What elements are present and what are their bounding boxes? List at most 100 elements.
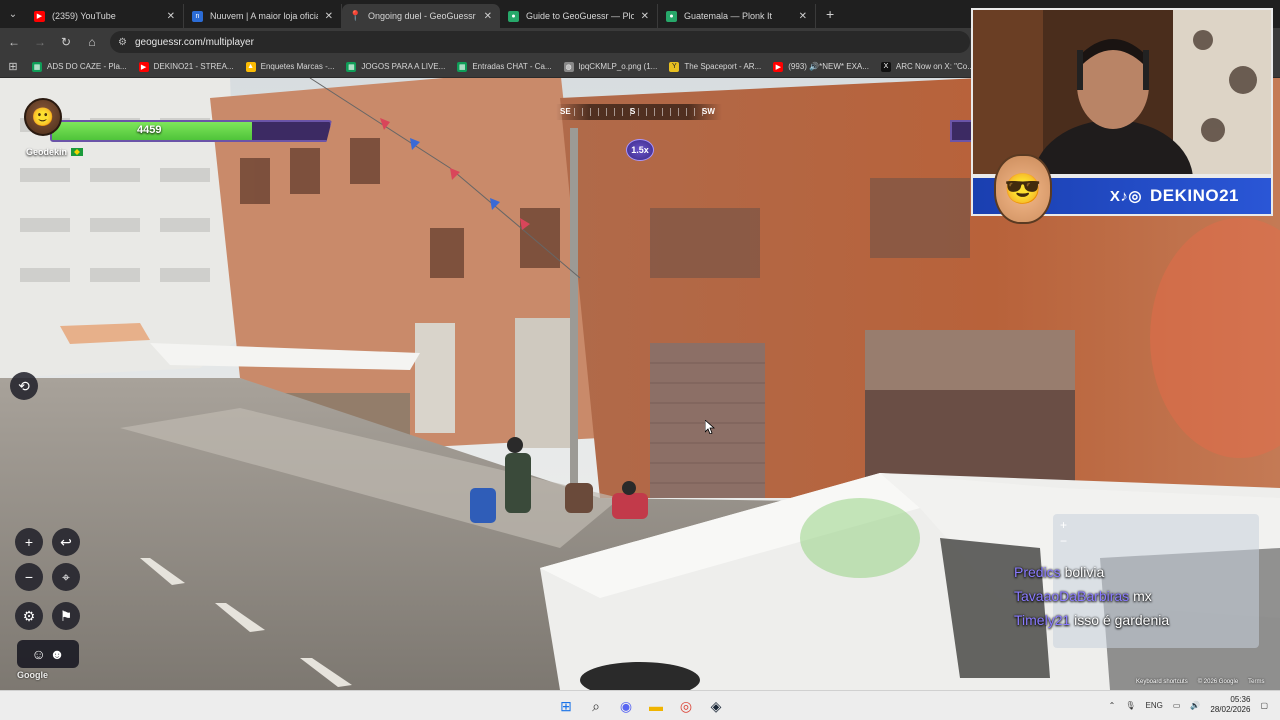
address-bar[interactable]: ⚙ geoguessr.com/multiplayer <box>110 31 970 53</box>
chrome-icon[interactable]: ◎ <box>674 694 698 718</box>
clock-date: 28/02/2026 <box>1210 705 1251 714</box>
tab-search-icon[interactable]: ⌄ <box>0 0 26 28</box>
tab-title: Guatemala — Plonk It <box>684 11 773 21</box>
chat-message: Timely21 isso é gardenia <box>1014 608 1264 632</box>
minimap-zoom-in-icon[interactable]: + <box>1060 518 1067 532</box>
bookmark-item[interactable]: ▲ Enquetes Marcas -... <box>240 56 341 78</box>
youtube-icon: ▶ <box>34 10 45 22</box>
emote-chat-button[interactable]: ☺ ☻ <box>17 640 79 668</box>
home-button[interactable]: ⌂ <box>80 30 104 54</box>
keyboard-shortcuts-link[interactable]: Keyboard shortcuts <box>1136 679 1188 685</box>
clock-time: 05:36 <box>1230 695 1251 704</box>
search-icon[interactable]: ⌕ <box>584 694 608 718</box>
settings-gear-icon[interactable]: ⚙ <box>15 602 43 630</box>
globe-icon: ● <box>666 10 677 22</box>
bookmark-item[interactable]: ◍ lpqCKMLP_o.png (1... <box>558 56 664 78</box>
tab-plonkit-guatemala[interactable]: ● Guatemala — Plonk It ✕ <box>658 4 816 28</box>
player-health-bar: 4459 <box>50 120 332 142</box>
file-explorer-icon[interactable]: ▬ <box>644 694 668 718</box>
reload-button[interactable]: ↻ <box>54 30 78 54</box>
player-health-value: 4459 <box>137 124 162 136</box>
back-button[interactable]: ← <box>2 30 26 54</box>
undo-move-button[interactable]: ↩ <box>52 528 80 556</box>
tab-geoguessr[interactable]: 📍 Ongoing duel - GeoGuessr ✕ <box>342 4 500 28</box>
copyright-text: © 2026 Google <box>1197 679 1239 685</box>
bookmark-item[interactable]: ▶ DEKINO21 - STREA... <box>133 56 240 78</box>
language-indicator[interactable]: ENG <box>1146 701 1163 710</box>
clock[interactable]: 05:36 28/02/2026 <box>1210 695 1250 715</box>
tab-plonkit-guide[interactable]: ● Guide to GeoGuessr — Plonk It ✕ <box>500 4 658 28</box>
discord-icon[interactable]: ◉ <box>614 694 638 718</box>
globe-icon: ● <box>508 10 519 22</box>
flag-icon[interactable]: ⚑ <box>52 602 80 630</box>
tab-youtube[interactable]: ▶ (2359) YouTube ✕ <box>26 4 184 28</box>
compass-label: SW <box>702 107 715 116</box>
stream-chat-overlay: Predics bolivia TavaaoDaBarbiras mx Time… <box>1014 560 1264 632</box>
compass-label: SE <box>560 107 571 116</box>
globe-icon: ◍ <box>563 61 574 72</box>
bookmark-item[interactable]: Y The Spaceport - AR... <box>663 56 767 78</box>
streamer-handle: DEKINO21 <box>1149 186 1239 205</box>
sheets-icon: ▦ <box>346 61 357 72</box>
drive-icon: ▲ <box>245 61 256 72</box>
bookmark-item[interactable]: ▶ (993) 🔊*NEW* EXA... <box>767 56 875 78</box>
player-name: Geodekin <box>26 147 68 157</box>
youtube-icon: ▶ <box>773 61 784 72</box>
chat-user: Predics <box>1014 564 1061 580</box>
url-text: geoguessr.com/multiplayer <box>134 36 254 48</box>
google-logo: Google <box>17 670 48 680</box>
zoom-out-button[interactable]: − <box>15 563 43 591</box>
geoguessr-pin-icon: 📍 <box>349 10 362 22</box>
close-icon[interactable]: ✕ <box>167 11 175 22</box>
system-tray: ⌃ 🎙 ENG ▭ 🔊 05:36 28/02/2026 ▢ <box>1109 695 1268 715</box>
new-tab-button[interactable]: + <box>816 6 844 22</box>
chat-message: Predics bolivia <box>1014 560 1264 584</box>
close-icon[interactable]: ✕ <box>641 11 649 22</box>
steam-icon[interactable]: ◈ <box>704 694 728 718</box>
tab-title: Guide to GeoGuessr — Plonk It <box>526 11 634 21</box>
streamer-mascot-icon: 😎 <box>994 154 1052 224</box>
chat-text: isso é gardenia <box>1074 612 1170 628</box>
bookmark-item[interactable]: X ARC Now on X: "Co... <box>875 56 980 78</box>
zoom-in-button[interactable]: + <box>15 528 43 556</box>
tab-title: (2359) YouTube <box>52 11 116 21</box>
network-icon[interactable]: ▭ <box>1173 701 1181 710</box>
windows-start-icon[interactable]: ⊞ <box>554 694 578 718</box>
forward-button[interactable]: → <box>28 30 52 54</box>
close-icon[interactable]: ✕ <box>325 11 333 22</box>
tray-chevron-icon[interactable]: ⌃ <box>1109 701 1116 710</box>
minimap-zoom-out-icon[interactable]: − <box>1060 534 1067 548</box>
microphone-icon[interactable]: 🎙 <box>1125 701 1135 710</box>
bookmark-item[interactable]: ▦ ADS DO CAZE - Pla... <box>26 56 133 78</box>
damage-multiplier-badge: 1.5x <box>626 139 654 161</box>
webcam-overlay <box>971 8 1273 176</box>
webcam-feed <box>973 10 1271 174</box>
tab-nuuvem[interactable]: n Nuuvem | A maior loja oficial de ✕ <box>184 4 342 28</box>
social-icons: X♪◎ <box>1109 188 1142 205</box>
player-name-tag: Geodekin <box>26 147 84 157</box>
player-avatar: 🙂 <box>24 98 62 136</box>
chat-text: mx <box>1133 588 1152 604</box>
map-attribution: Keyboard shortcuts © 2026 Google Terms <box>1136 679 1265 685</box>
chat-user: TavaaoDaBarbiras <box>1014 588 1130 604</box>
volume-icon[interactable]: 🔊 <box>1190 701 1200 710</box>
terms-link[interactable]: Terms <box>1248 679 1264 685</box>
notifications-icon[interactable]: ▢ <box>1260 701 1268 710</box>
spaceport-icon: Y <box>669 61 680 72</box>
sheets-icon: ▦ <box>457 61 468 72</box>
brazil-flag-icon <box>71 148 84 156</box>
site-info-icon[interactable]: ⚙ <box>118 37 127 48</box>
bookmark-item[interactable]: ▦ Entradas CHAT - Ca... <box>451 56 557 78</box>
apps-grid-icon[interactable]: ⊞ <box>0 60 26 73</box>
bookmark-item[interactable]: ▦ JOGOS PARA A LIVE... <box>340 56 451 78</box>
x-icon: X <box>880 61 891 72</box>
compass-ticks <box>574 108 704 116</box>
return-to-start-button[interactable]: ⌖ <box>52 563 80 591</box>
tab-title: Ongoing duel - GeoGuessr <box>368 11 476 21</box>
nuuvem-icon: n <box>192 10 203 22</box>
windows-taskbar: ⊞ ⌕ ◉ ▬ ◎ ◈ ⌃ 🎙 ENG ▭ 🔊 05:36 28/02/2026… <box>0 690 1280 720</box>
report-location-icon[interactable]: ⟲ <box>10 372 38 400</box>
close-icon[interactable]: ✕ <box>484 11 492 22</box>
youtube-icon: ▶ <box>138 61 149 72</box>
close-icon[interactable]: ✕ <box>799 11 807 22</box>
